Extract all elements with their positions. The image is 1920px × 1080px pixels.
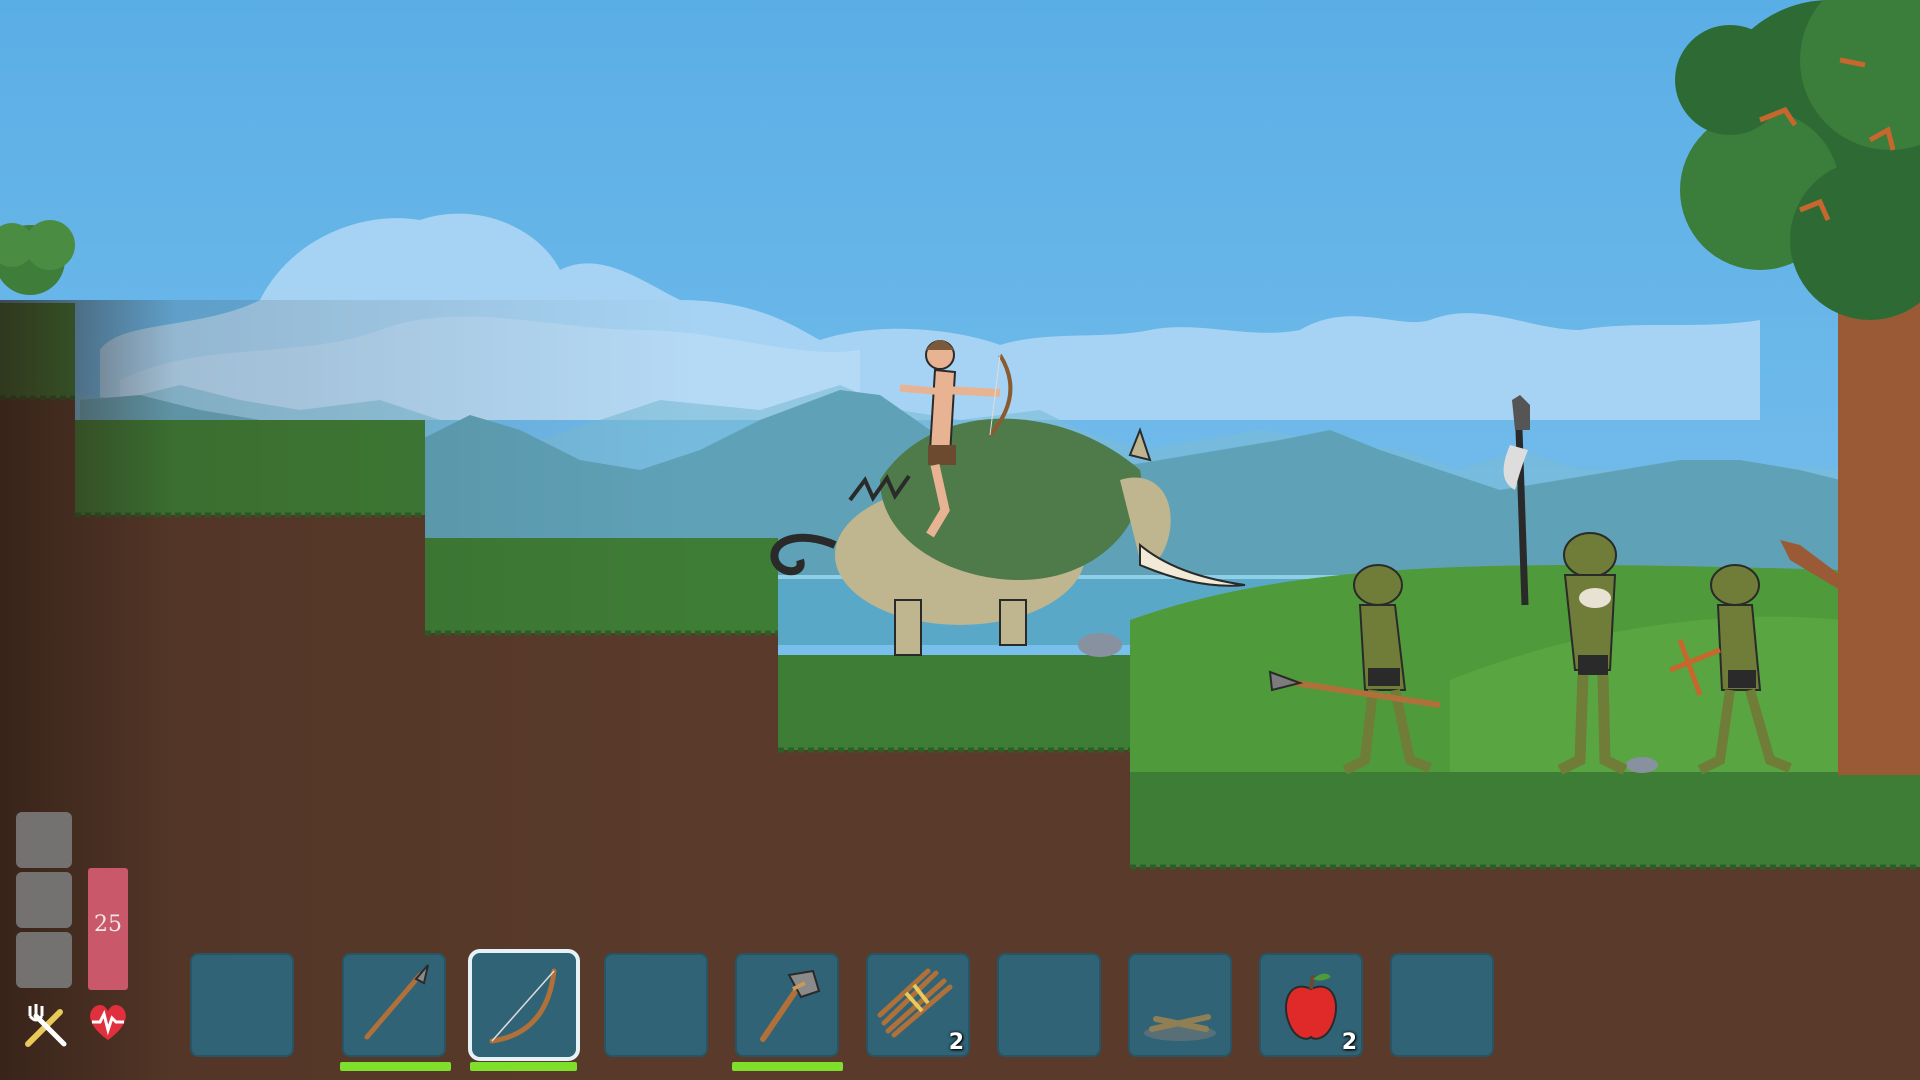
rock <box>1078 633 1122 657</box>
stone-axe-icon <box>760 969 821 1042</box>
hotbar-slot-6[interactable]: 2 <box>866 953 970 1057</box>
hotbar-slot-3[interactable] <box>472 953 576 1057</box>
health-value: 25 <box>94 912 122 937</box>
bow-icon <box>489 968 557 1044</box>
hotbar-slot-8[interactable] <box>1128 953 1232 1057</box>
hotbar-slot-4[interactable] <box>604 953 708 1057</box>
hunger-cell <box>16 812 72 868</box>
heart-icon <box>90 1004 126 1040</box>
durability-bar <box>340 1062 451 1071</box>
hunger-cell <box>16 872 72 928</box>
hotbar-slot-5[interactable] <box>735 953 839 1057</box>
campfire-icon <box>1144 1014 1216 1041</box>
hotbar-slot-2[interactable] <box>342 953 446 1057</box>
hotbar-slot-7[interactable] <box>997 953 1101 1057</box>
hotbar-slot-9[interactable]: 2 <box>1259 953 1363 1057</box>
game-world <box>0 0 1920 1080</box>
item-count: 2 <box>1341 1030 1357 1055</box>
hotbar-slot-1[interactable] <box>190 953 294 1057</box>
durability-bar <box>470 1062 577 1071</box>
hotbar-slot-10[interactable] <box>1390 953 1494 1057</box>
rock <box>1626 757 1658 773</box>
fork-knife-icon <box>25 1004 67 1047</box>
durability-bar <box>732 1062 843 1071</box>
item-count: 2 <box>948 1030 964 1055</box>
hunger-cell <box>16 932 72 988</box>
spear-icon <box>364 964 429 1040</box>
